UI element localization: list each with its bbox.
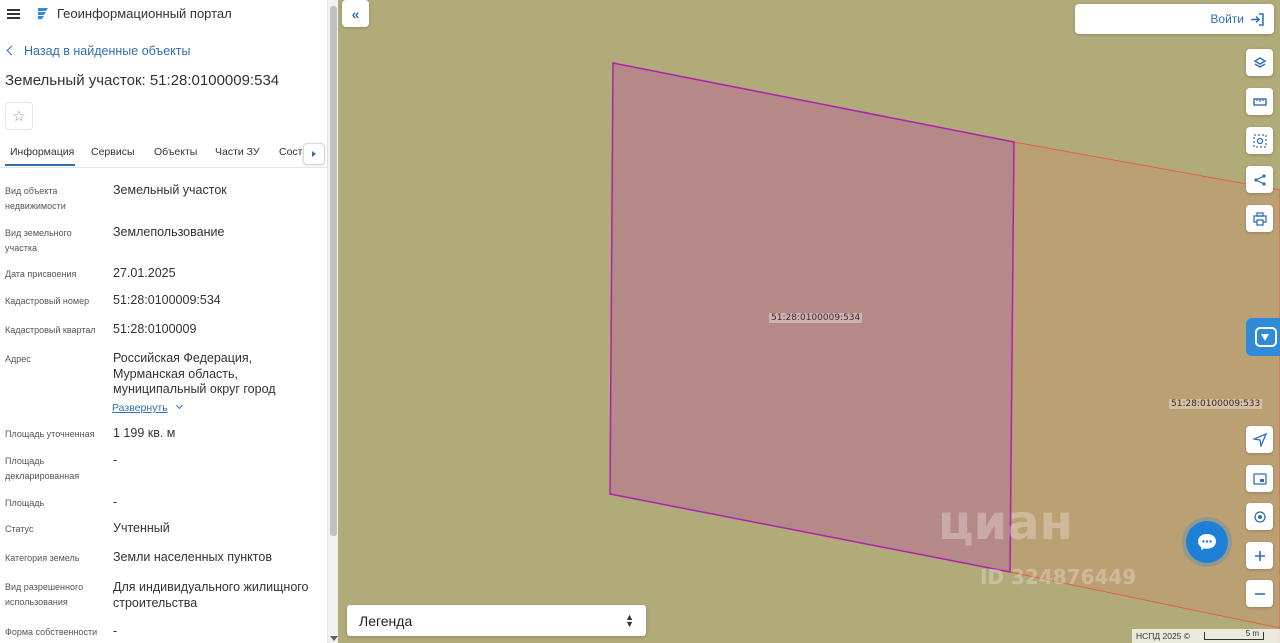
double-chevron-left-icon: « <box>351 5 360 22</box>
label-object-type: Вид объекта недвижимости <box>5 186 66 211</box>
app-title: Геоинформационный портал <box>57 6 232 21</box>
chat-icon <box>1198 534 1216 550</box>
login-bar: Войти <box>1075 4 1274 34</box>
value-status: Учтенный <box>113 521 170 535</box>
label-ownership-form: Форма собственности <box>5 627 98 637</box>
locate-icon <box>1252 432 1267 447</box>
object-title: Земельный участок: 51:28:0100009:534 <box>5 72 280 89</box>
side-widget-tab[interactable] <box>1246 318 1280 356</box>
value-assign-date: 27.01.2025 <box>113 266 176 280</box>
value-land-type: Землепользование <box>113 225 225 239</box>
login-button[interactable]: Войти <box>1210 12 1264 26</box>
scale-label: 5 m <box>1245 629 1260 638</box>
favorite-button[interactable]: ☆ <box>5 102 33 130</box>
label-land-category: Категория земель <box>5 553 80 563</box>
panel-scrollbar[interactable] <box>327 0 338 643</box>
layers-icon <box>1253 56 1266 68</box>
info-panel: Геоинформационный портал Назад в найденн… <box>0 0 338 643</box>
back-label: Назад в найденные объекты <box>24 44 191 58</box>
value-area-declared: - <box>113 453 118 467</box>
scrollbar-thumb[interactable] <box>330 6 337 536</box>
map-view[interactable]: 51:28:0100009:534 51:28:0100009:533 циан… <box>338 0 1280 643</box>
zoom-in-button[interactable] <box>1246 542 1273 569</box>
label-cadastral-quarter: Кадастровый квартал <box>5 325 96 335</box>
value-cadastral-quarter: 51:28:0100009 <box>113 322 197 336</box>
tab-bar: Информация Сервисы Объекты Части ЗУ Сост… <box>0 138 327 168</box>
map-attribution: НСПД 2025 © 5 m <box>1132 629 1280 643</box>
ruler-button[interactable] <box>1246 88 1273 115</box>
scale-bar: 5 m <box>1204 629 1265 640</box>
minimap-button[interactable] <box>1246 465 1273 492</box>
legend-dropdown[interactable]: Легенда ▲ ▼ <box>347 605 646 636</box>
label-address: Адрес <box>5 354 31 364</box>
value-cadastral-number: 51:28:0100009:534 <box>113 293 221 307</box>
menu-icon[interactable] <box>7 9 20 19</box>
label-assign-date: Дата присвоения <box>5 269 77 279</box>
tab-objects[interactable]: Объекты <box>154 146 197 158</box>
tab-info[interactable]: Информация <box>10 146 74 158</box>
star-icon: ☆ <box>12 108 26 125</box>
arrow-right-icon <box>312 151 316 157</box>
scroll-down-arrow-icon[interactable] <box>330 636 338 641</box>
layers-button[interactable] <box>1246 49 1273 76</box>
watermark-logo: циан <box>938 495 1073 551</box>
widget-icon <box>1255 327 1277 347</box>
attribution-text: НСПД 2025 © <box>1136 631 1191 641</box>
zoom-out-button[interactable] <box>1246 580 1273 607</box>
print-icon <box>1252 211 1267 226</box>
active-tab-indicator <box>5 164 75 166</box>
value-land-category: Земли населенных пунктов <box>113 550 272 564</box>
label-land-type: Вид земельного участка <box>5 228 72 253</box>
label-area-declared: Площадь декларированная <box>5 456 80 481</box>
watermark-id: ID 324876449 <box>980 565 1137 589</box>
panel-header: Геоинформационный портал <box>0 0 327 28</box>
area-select-icon <box>1252 133 1267 148</box>
tab-parts[interactable]: Части ЗУ <box>215 146 260 158</box>
label-area-specified: Площадь уточненная <box>5 429 95 439</box>
label-area: Площадь <box>5 498 45 508</box>
collapse-panel-button[interactable]: « <box>342 0 369 27</box>
chevron-down-icon <box>175 401 183 410</box>
label-cadastral-number: Кадастровый номер <box>5 296 90 306</box>
updown-chevron-icon: ▲ ▼ <box>625 611 634 629</box>
zoom-out-icon <box>1254 592 1265 595</box>
share-button[interactable] <box>1246 166 1273 193</box>
value-ownership-form: - <box>113 624 118 638</box>
tab-services[interactable]: Сервисы <box>91 146 135 158</box>
value-permitted-use: Для индивидуального жилищного строительс… <box>113 580 309 610</box>
neighbor-parcel-label: 51:28:0100009:533 <box>1169 399 1263 409</box>
label-status: Статус <box>5 524 34 534</box>
print-button[interactable] <box>1246 205 1273 232</box>
value-object-type: Земельный участок <box>113 183 227 197</box>
value-area-specified: 1 199 кв. м <box>113 426 176 440</box>
selected-parcel-label: 51:28:0100009:534 <box>769 313 863 323</box>
label-permitted-use: Вид разрешенного использования <box>5 582 84 607</box>
area-select-button[interactable] <box>1246 127 1273 154</box>
chat-button[interactable] <box>1186 521 1228 563</box>
gps-icon <box>1253 510 1266 523</box>
chevron-left-icon <box>6 45 17 56</box>
minimap-icon <box>1252 472 1267 485</box>
login-label: Войти <box>1210 12 1244 26</box>
ruler-icon <box>1252 97 1267 106</box>
zoom-in-icon <box>1254 550 1265 561</box>
back-to-results-link[interactable]: Назад в найденные объекты <box>6 44 191 58</box>
tabs-scroll-right-button[interactable] <box>303 143 325 165</box>
expand-label: Развернуть <box>112 402 168 414</box>
login-icon <box>1251 12 1264 26</box>
portal-logo-icon <box>38 8 48 19</box>
value-area: - <box>113 495 118 509</box>
value-address: Российская Федерация, Мурманская область… <box>113 351 282 398</box>
gps-button[interactable] <box>1246 503 1273 530</box>
share-icon <box>1253 173 1266 186</box>
legend-title: Легенда <box>359 612 413 629</box>
expand-address-link[interactable]: Развернуть <box>112 401 183 414</box>
locate-button[interactable] <box>1246 426 1273 453</box>
